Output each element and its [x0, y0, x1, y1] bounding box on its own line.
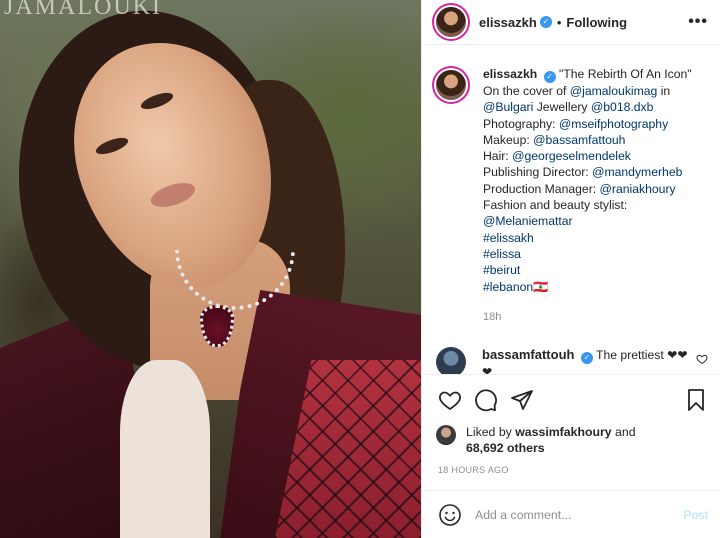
post-actions-bar [422, 374, 720, 424]
likes-prefix: Liked by [466, 425, 512, 439]
likes-others-link[interactable]: 68,692 others [466, 441, 545, 455]
commenter-avatar[interactable] [436, 347, 466, 374]
mention-link[interactable]: @georgeselmendelek [512, 149, 631, 163]
mention-link[interactable]: @jamaloukimag [570, 84, 658, 98]
caption-author-avatar[interactable] [436, 70, 466, 100]
caption-text: elissazkh ✓ "The Rebirth Of An Icon" On … [483, 66, 695, 325]
mention-link[interactable]: @raniakhoury [600, 182, 676, 196]
caption-line: Makeup: @bassamfattouh [483, 132, 626, 147]
liker-avatar[interactable] [436, 425, 456, 445]
add-comment-bar: Post [422, 490, 720, 538]
post-comment-button[interactable]: Post [683, 508, 708, 522]
mention-link[interactable]: @bassamfattouh [533, 133, 625, 147]
author-username[interactable]: elissazkh [479, 15, 537, 30]
instagram-post: JAMALOUKI elissazkh ✓ • Following ••• el… [0, 0, 720, 538]
liker-username[interactable]: wassimfakhoury [515, 425, 611, 439]
likes-and: and [615, 425, 636, 439]
caption-line: On the cover of @jamaloukimag in [483, 84, 671, 98]
hashtag-link[interactable]: #elissa [483, 246, 695, 262]
commenter-username[interactable]: bassamfattouh [482, 347, 574, 362]
mention-link[interactable]: @b018.dxb [591, 100, 654, 114]
likes-text: Liked by wassimfakhoury and 68,692 other… [466, 424, 636, 456]
caption-line: @Bulgari Jewellery @b018.dxb [483, 100, 654, 115]
mention-link[interactable]: @Bulgari [483, 100, 533, 114]
like-heart-icon[interactable] [438, 388, 462, 412]
hashtag-link[interactable]: #lebanon🇱🇧 [483, 279, 695, 295]
hashtag-link[interactable]: #elissakh [483, 230, 695, 246]
author-avatar[interactable] [436, 7, 466, 37]
save-bookmark-icon[interactable] [684, 388, 708, 412]
add-comment-input[interactable] [475, 507, 675, 522]
likes-summary: Liked by wassimfakhoury and 68,692 other… [422, 424, 720, 456]
caption-username[interactable]: elissazkh [483, 67, 537, 81]
comment-bubble-icon[interactable] [474, 388, 498, 412]
emoji-smiley-icon[interactable] [438, 503, 462, 527]
post-caption: elissazkh ✓ "The Rebirth Of An Icon" On … [422, 46, 720, 325]
mention-link[interactable]: @Melaniemattar [483, 213, 695, 229]
comment-item: bassamfattouh ✓ The prettiest ❤❤ ❤ [422, 325, 720, 374]
post-photo[interactable]: JAMALOUKI [0, 0, 421, 538]
caption-time[interactable]: 18h [483, 309, 695, 325]
post-header: elissazkh ✓ • Following ••• [422, 0, 720, 45]
like-comment-heart-icon[interactable] [696, 353, 708, 365]
mention-link[interactable]: @mseifphotography [559, 117, 668, 131]
magazine-brand-text: JAMALOUKI [4, 0, 162, 20]
header-separator: • [556, 14, 562, 30]
comment-content: The prettiest ❤❤ [596, 348, 688, 363]
caption-line: Publishing Director: @mandymerheb [483, 165, 683, 180]
verified-badge-icon: ✓ [539, 16, 552, 28]
hashtag-link[interactable]: #beirut [483, 262, 695, 278]
verified-badge-icon: ✓ [580, 352, 593, 365]
caption-line: Hair: @georgeselmendelek [483, 149, 631, 164]
verified-badge-icon: ✓ [543, 71, 556, 83]
post-side-panel: elissazkh ✓ • Following ••• elissazkh ✓ … [421, 0, 720, 538]
photo-top [120, 360, 210, 538]
caption-line: "The Rebirth Of An Icon" [558, 67, 692, 81]
mention-link[interactable]: @mandymerheb [592, 165, 682, 179]
caption-line: Photography: @mseifphotography [483, 116, 669, 131]
comment-text: bassamfattouh ✓ The prettiest ❤❤ ❤ [482, 347, 692, 374]
comment-content-cont: ❤ [482, 365, 493, 374]
post-timestamp[interactable]: 18 HOURS AGO [438, 465, 509, 475]
more-options-icon[interactable]: ••• [688, 13, 708, 31]
comments-section[interactable]: elissazkh ✓ "The Rebirth Of An Icon" On … [422, 46, 720, 374]
caption-line: Production Manager: @raniakhoury [483, 181, 676, 196]
following-button[interactable]: Following [566, 15, 627, 30]
share-plane-icon[interactable] [510, 388, 534, 412]
caption-line: Fashion and beauty stylist: [483, 198, 628, 213]
